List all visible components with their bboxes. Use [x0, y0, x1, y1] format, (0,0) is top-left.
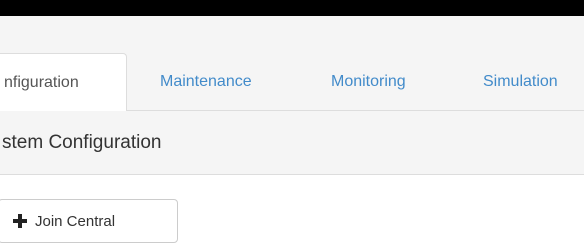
tab-label: Maintenance: [160, 73, 252, 90]
plus-icon: [13, 214, 27, 228]
join-central-label: Join Central: [35, 212, 116, 230]
tab-monitoring[interactable]: Monitoring: [331, 53, 406, 111]
window-top-border: [0, 0, 584, 16]
panel-title: stem Configuration: [0, 111, 584, 175]
join-central-button[interactable]: Join Central: [0, 199, 178, 243]
tab-simulation[interactable]: Simulation: [483, 53, 558, 111]
tab-configuration[interactable]: nfiguration: [0, 53, 127, 112]
tab-label: Monitoring: [331, 73, 406, 90]
tab-maintenance[interactable]: Maintenance: [160, 53, 252, 111]
tab-label: Simulation: [483, 73, 558, 90]
tab-label: nfiguration: [4, 74, 79, 91]
tab-bar: nfiguration Maintenance Monitoring Simul…: [0, 16, 584, 112]
